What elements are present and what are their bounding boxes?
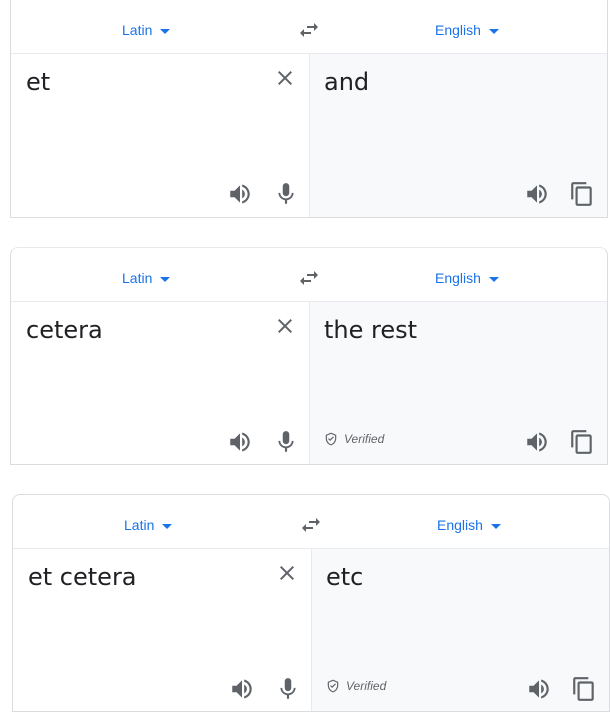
- voice-input-button[interactable]: [275, 676, 301, 702]
- target-language-selector[interactable]: English: [437, 517, 501, 533]
- swap-horizontal-icon: [300, 23, 318, 37]
- target-pane: and: [309, 54, 607, 217]
- shield-check-icon: [327, 679, 339, 693]
- caret-down-icon: [488, 276, 499, 282]
- copy-icon: [573, 677, 594, 701]
- language-bar: Latin English: [13, 495, 609, 549]
- close-icon: [278, 71, 292, 85]
- copy-translation-button[interactable]: [571, 676, 597, 702]
- copy-icon: [571, 430, 592, 454]
- volume-icon: [230, 184, 250, 204]
- listen-source-button[interactable]: [227, 181, 253, 207]
- volume-icon: [232, 679, 252, 699]
- language-bar: Latin English: [11, 0, 607, 54]
- listen-translation-button[interactable]: [524, 181, 550, 207]
- copy-translation-button[interactable]: [569, 429, 595, 455]
- close-icon: [280, 566, 294, 580]
- copy-translation-button[interactable]: [569, 181, 595, 207]
- close-icon: [278, 319, 292, 333]
- caret-down-icon: [160, 28, 171, 34]
- target-language-selector[interactable]: English: [435, 270, 499, 286]
- volume-icon: [529, 679, 549, 699]
- caret-down-icon: [488, 28, 499, 34]
- source-text-input[interactable]: et: [26, 68, 50, 96]
- target-pane: the rest Verified: [309, 302, 607, 464]
- swap-languages-button[interactable]: [299, 513, 323, 537]
- swap-horizontal-icon: [302, 518, 320, 532]
- voice-input-button[interactable]: [273, 429, 299, 455]
- swap-languages-button[interactable]: [297, 18, 321, 42]
- source-text-input[interactable]: cetera: [26, 316, 103, 344]
- target-language-selector[interactable]: English: [435, 22, 499, 38]
- shield-check-icon: [325, 432, 337, 446]
- swap-languages-button[interactable]: [297, 266, 321, 290]
- source-language-selector[interactable]: Latin: [124, 517, 173, 533]
- translation-card-2: Latin English cetera the rest Verified: [10, 247, 608, 465]
- language-bar: Latin English: [11, 248, 607, 302]
- source-text-input[interactable]: et cetera: [28, 563, 137, 591]
- target-language-label: English: [435, 270, 481, 286]
- volume-icon: [527, 184, 547, 204]
- target-language-label: English: [435, 22, 481, 38]
- microphone-icon: [278, 431, 294, 452]
- source-language-selector[interactable]: Latin: [122, 270, 171, 286]
- translation-card-3: Latin English et cetera etc Verified: [12, 494, 610, 712]
- translated-text: etc: [326, 563, 364, 591]
- clear-source-button[interactable]: [273, 314, 297, 338]
- verified-label: Verified: [346, 679, 387, 693]
- caret-down-icon: [490, 523, 501, 529]
- source-language-selector[interactable]: Latin: [122, 22, 171, 38]
- source-language-label: Latin: [122, 22, 153, 38]
- voice-input-button[interactable]: [273, 181, 299, 207]
- source-pane: et: [11, 54, 309, 217]
- source-language-label: Latin: [124, 517, 155, 533]
- listen-translation-button[interactable]: [524, 429, 550, 455]
- microphone-icon: [280, 678, 296, 699]
- swap-horizontal-icon: [300, 271, 318, 285]
- listen-source-button[interactable]: [229, 676, 255, 702]
- target-pane: etc Verified: [311, 549, 609, 711]
- source-language-label: Latin: [122, 270, 153, 286]
- listen-source-button[interactable]: [227, 429, 253, 455]
- verified-badge: Verified: [324, 432, 384, 446]
- volume-icon: [527, 432, 547, 452]
- caret-down-icon: [162, 523, 173, 529]
- translated-text: and: [324, 68, 370, 96]
- verified-label: Verified: [344, 432, 385, 446]
- caret-down-icon: [160, 276, 171, 282]
- clear-source-button[interactable]: [275, 561, 299, 585]
- source-pane: cetera: [11, 302, 309, 464]
- source-pane: et cetera: [13, 549, 311, 711]
- listen-translation-button[interactable]: [526, 676, 552, 702]
- translated-text: the rest: [324, 316, 418, 344]
- copy-icon: [571, 182, 592, 206]
- verified-badge: Verified: [326, 679, 386, 693]
- translation-card-1: Latin English et and: [10, 0, 608, 218]
- target-language-label: English: [437, 517, 483, 533]
- microphone-icon: [278, 183, 294, 204]
- clear-source-button[interactable]: [273, 66, 297, 90]
- volume-icon: [230, 432, 250, 452]
